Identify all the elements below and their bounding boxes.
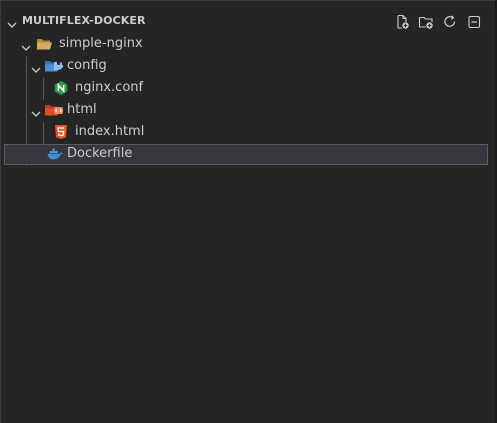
panel-border-top <box>0 0 497 1</box>
folder-docker-icon <box>44 58 64 74</box>
tree-item-dockerfile[interactable]: Dockerfile <box>4 144 488 165</box>
chevron-down-icon[interactable] <box>30 61 42 73</box>
tree-item-html[interactable]: html <box>4 100 488 121</box>
tree-item-label: html <box>67 102 97 117</box>
section-title: MULTIFLEX-DOCKER <box>22 14 146 27</box>
panel-border-left <box>0 0 1 423</box>
refresh-icon[interactable] <box>441 13 459 31</box>
folder-open-icon <box>36 36 53 52</box>
tree-item-label: simple-nginx <box>59 36 143 51</box>
explorer-panel: MULTIFLEX-DOCKER simple-nginx config ngi… <box>0 0 497 423</box>
tree-item-simple-nginx[interactable]: simple-nginx <box>4 34 488 55</box>
chevron-down-icon[interactable] <box>6 16 18 28</box>
tree-item-label: config <box>67 58 107 73</box>
tree-item-label: nginx.conf <box>75 80 144 95</box>
tree-item-label: Dockerfile <box>67 146 133 161</box>
new-folder-icon[interactable] <box>417 13 435 31</box>
html5-icon <box>53 124 70 140</box>
header-actions <box>393 13 483 31</box>
tree-item-config[interactable]: config <box>4 56 488 77</box>
tree-item-label: index.html <box>75 124 145 139</box>
chevron-down-icon[interactable] <box>30 105 42 117</box>
tree-item-index-html[interactable]: index.html <box>4 122 488 143</box>
new-file-icon[interactable] <box>393 13 411 31</box>
nginx-icon <box>53 80 70 96</box>
tree-item-nginx-conf[interactable]: nginx.conf <box>4 78 488 99</box>
chevron-down-icon[interactable] <box>20 39 32 51</box>
explorer-section-header[interactable]: MULTIFLEX-DOCKER <box>0 11 497 33</box>
folder-html-icon <box>44 102 63 118</box>
collapse-all-icon[interactable] <box>465 13 483 31</box>
docker-icon <box>46 146 63 162</box>
